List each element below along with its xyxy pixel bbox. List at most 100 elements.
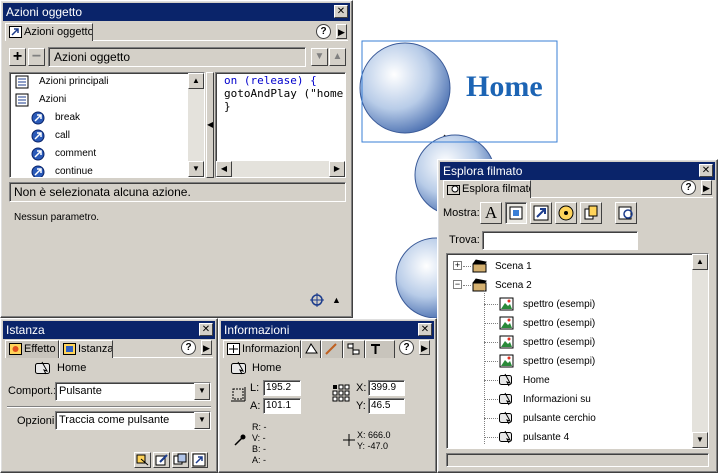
behavior-select[interactable]: Pulsante ▼ [55,382,211,401]
tree-connector [484,342,498,343]
width-field[interactable]: 195.2 [263,380,301,396]
duplicate-symbol-button[interactable] [172,452,189,468]
action-icon [31,165,45,177]
info-tab-icon [227,343,240,355]
move-down-button[interactable]: ▼ [311,48,328,66]
tab-instance[interactable]: Istanza [59,340,113,358]
toolbox-item[interactable]: Azioni principali [10,73,186,91]
target-icon[interactable] [310,293,324,307]
scroll-left-icon[interactable]: ◀ [216,161,232,177]
filter-buttons-button[interactable] [505,202,527,224]
scroll-down-icon[interactable]: ▼ [692,432,708,448]
toolbox-item[interactable]: comment [10,145,186,163]
actions-dropdown[interactable]: Azioni oggetto [48,47,306,67]
move-up-button[interactable]: ▲ [329,48,346,66]
color-b: B: - [252,444,267,454]
tab-info[interactable]: Informazioni [223,340,301,358]
filter-frames-button[interactable] [580,202,602,224]
tab-info-label: Informazioni [242,343,301,355]
remove-action-button[interactable]: − [28,48,45,66]
effect-tab-icon [9,343,22,355]
panel-menu-arrow-icon[interactable]: ▶ [336,24,347,39]
chevron-down-icon[interactable]: ▼ [194,383,210,400]
tree-item-label: spettro (esempi) [523,318,596,329]
panel-menu-arrow-icon[interactable]: ▶ [701,180,712,195]
expand-arrow-icon[interactable]: ▲ [332,295,341,305]
x-field[interactable]: 399.9 [368,380,405,396]
tree-scrollbar[interactable]: ▲ ▼ [692,254,708,448]
edit-symbol-button[interactable] [153,452,170,468]
scroll-up-icon[interactable]: ▲ [692,254,708,270]
toolbox-item[interactable]: break [10,109,186,127]
close-icon[interactable]: ✕ [418,323,432,336]
tree-item-label: spettro (esempi) [523,356,596,367]
toolbox-item[interactable]: call [10,127,186,145]
instance-titlebar[interactable]: Istanza ✕ [3,321,215,339]
script-hscrollbar[interactable]: ◀ ▶ [216,161,345,177]
stage-home-text[interactable]: Home [466,70,543,104]
crosshair-icon [343,434,355,446]
add-action-button[interactable]: + [9,48,26,66]
swap-symbol-button[interactable] [134,452,151,468]
options-select[interactable]: Traccia come pulsante ▼ [55,411,211,430]
actions-toolbox[interactable]: Azioni principali Azioni break call comment c… [9,72,205,178]
tab-stroke[interactable] [321,340,343,358]
customize-button[interactable] [615,202,637,224]
tab-align[interactable] [343,340,365,358]
tab-actions[interactable]: Azioni oggetto [5,23,93,41]
toolbox-item[interactable]: Azioni [10,91,186,109]
close-icon[interactable]: ✕ [699,164,713,177]
help-icon[interactable]: ? [316,24,331,39]
instance-tab-icon [63,343,76,355]
edit-icon [155,454,168,466]
options-select-value: Traccia come pulsante [59,414,170,426]
y-field[interactable]: 46.5 [368,398,405,414]
tree-connector [484,437,498,438]
explorer-status-bar [446,453,709,467]
scroll-down-icon[interactable]: ▼ [188,161,204,177]
actions-titlebar[interactable]: Azioni oggetto ✕ [3,3,350,21]
find-input[interactable] [482,231,638,250]
tree-scene[interactable]: + Scena 1 [447,257,689,276]
help-icon[interactable]: ? [181,340,196,355]
panel-menu-arrow-icon[interactable]: ▶ [201,340,212,355]
status-text: Non è selezionata alcuna azione. [14,185,191,199]
chevron-down-icon[interactable]: ▼ [194,412,210,429]
tab-effect[interactable]: Effetto [5,340,59,358]
script-line-3: } [224,100,231,113]
close-icon[interactable]: ✕ [334,5,348,18]
close-icon[interactable]: ✕ [199,323,213,336]
toolbox-item-label: Azioni [39,94,67,105]
toolbox-scrollbar[interactable]: ▲ ▼ [188,73,204,177]
info-panel: Informazioni ✕ Informazioni ? ▶ Home L: … [218,318,437,473]
duplicate-icon [173,453,187,465]
filter-video-button[interactable] [555,202,577,224]
tab-explorer[interactable]: Esplora filmato [443,180,531,198]
align-icon [347,343,360,355]
script-pane[interactable]: on (release) { gotoAndPlay ("home" } ◀ ▶ [215,72,346,178]
explorer-titlebar[interactable]: Esplora filmato ✕ [440,162,715,180]
customize-icon [618,206,633,220]
split-handle[interactable]: ◀ [206,72,214,178]
toolbox-item-label: call [55,130,71,141]
tab-text[interactable] [365,340,395,358]
info-titlebar[interactable]: Informazioni ✕ [221,321,434,339]
help-icon[interactable]: ? [681,180,696,195]
tree-connector [484,290,485,444]
panel-menu-arrow-icon[interactable]: ▶ [419,340,430,355]
scroll-right-icon[interactable]: ▶ [329,161,345,177]
registration-grid-icon [332,384,350,402]
filter-actions-button[interactable] [530,202,552,224]
height-field[interactable]: 101.1 [263,398,301,414]
filter-text-button[interactable]: A [480,202,502,224]
toolbox-item[interactable]: continue [10,163,186,177]
tab-transform[interactable] [301,340,321,358]
explorer-tree[interactable]: + Scena 1 − Scena 2 spettro (esempi) spettro … [446,253,709,449]
collapse-icon[interactable]: − [453,280,462,289]
actions-shortcut-button[interactable] [191,452,208,468]
help-icon[interactable]: ? [399,340,414,355]
behavior-label: Comport.: [8,385,57,397]
scroll-up-icon[interactable]: ▲ [188,73,204,89]
expand-icon[interactable]: + [453,261,462,270]
color-r: R: - [252,422,267,432]
